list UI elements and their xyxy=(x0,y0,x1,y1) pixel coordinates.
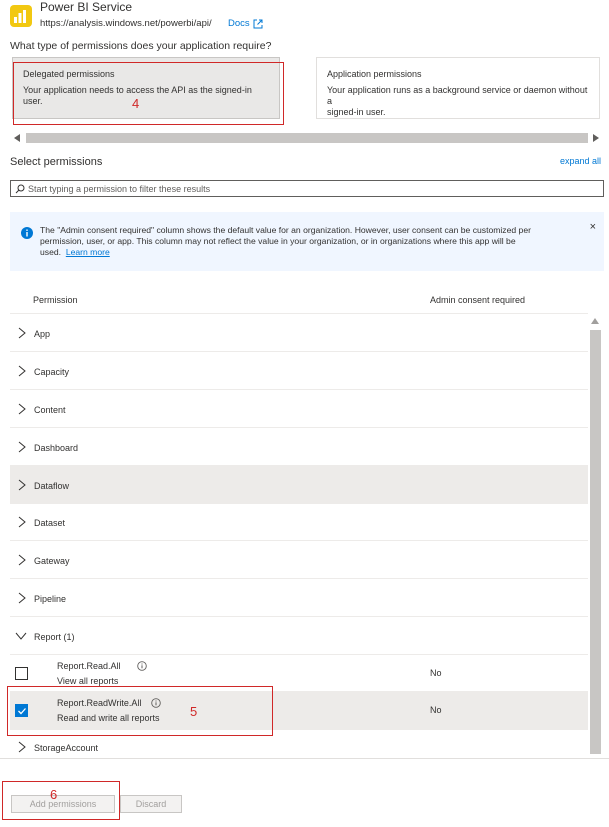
group-name: Pipeline xyxy=(34,594,67,604)
scroll-up-icon[interactable] xyxy=(591,318,599,324)
annotation-label-5: 5 xyxy=(190,704,198,719)
info-text: The "Admin consent required" column show… xyxy=(40,225,560,258)
vertical-scrollbar[interactable] xyxy=(588,314,602,756)
group-row-dataflow[interactable]: Dataflow xyxy=(10,466,588,504)
footer-divider xyxy=(0,758,609,759)
info-line-2: permission, user, or app. This column ma… xyxy=(40,236,516,246)
annotation-label-6: 6 xyxy=(50,787,58,802)
api-url: https://analysis.windows.net/powerbi/api… xyxy=(40,18,212,29)
chevron-right-icon[interactable] xyxy=(18,327,26,339)
group-row-capacity[interactable]: Capacity xyxy=(10,352,588,390)
column-header-admin-consent: Admin consent required xyxy=(430,295,526,305)
learn-more-link[interactable]: Learn more xyxy=(66,247,110,257)
chevron-right-icon[interactable] xyxy=(18,592,26,604)
application-permissions-card[interactable]: Application permissions Your application… xyxy=(316,57,600,119)
application-description-line1: Your application runs as a background se… xyxy=(327,85,588,106)
group-name: Capacity xyxy=(34,367,70,377)
docs-link[interactable]: Docs xyxy=(228,18,250,29)
power-bi-logo-icon xyxy=(10,5,32,27)
group-name: Content xyxy=(34,405,66,415)
chevron-right-icon[interactable] xyxy=(18,365,26,377)
group-row-report[interactable]: Report (1) xyxy=(10,617,588,655)
api-title: Power BI Service xyxy=(40,0,133,14)
group-row-dataset[interactable]: Dataset xyxy=(10,503,588,541)
chevron-right-icon[interactable] xyxy=(18,441,26,453)
chevron-right-icon[interactable] xyxy=(18,479,26,491)
filter-box[interactable] xyxy=(10,180,604,197)
chevron-down-icon[interactable] xyxy=(15,632,27,640)
expand-all-link[interactable]: expand all xyxy=(560,156,601,166)
group-name: Gateway xyxy=(34,556,70,566)
admin-consent-info-bar: The "Admin consent required" column show… xyxy=(10,212,604,271)
info-circle-icon[interactable] xyxy=(137,661,147,671)
select-permissions-label: Select permissions xyxy=(10,156,103,168)
group-row-app[interactable]: App xyxy=(10,314,588,352)
group-name: Dataflow xyxy=(34,481,70,491)
search-icon xyxy=(15,184,25,194)
column-header-permission: Permission xyxy=(33,295,78,305)
permission-description: View all reports xyxy=(57,676,119,686)
admin-consent-value: No xyxy=(430,668,442,678)
group-name: Report (1) xyxy=(34,632,75,642)
external-link-icon[interactable] xyxy=(253,19,263,29)
info-line-3-text: used. xyxy=(40,247,62,257)
chevron-right-icon[interactable] xyxy=(18,554,26,566)
permission-name: Report.Read.All xyxy=(57,661,121,671)
annotation-label-4: 4 xyxy=(132,96,140,111)
chevron-right-icon[interactable] xyxy=(18,516,26,528)
group-name: Dashboard xyxy=(34,443,79,453)
permission-type-question: What type of permissions does your appli… xyxy=(10,40,272,52)
group-row-content[interactable]: Content xyxy=(10,390,588,428)
annotation-box-4 xyxy=(13,62,284,125)
group-row-gateway[interactable]: Gateway xyxy=(10,541,588,579)
group-row-pipeline[interactable]: Pipeline xyxy=(10,579,588,617)
permission-checkbox[interactable] xyxy=(15,667,28,680)
permission-filter-input[interactable] xyxy=(28,182,588,195)
chevron-right-icon[interactable] xyxy=(18,403,26,415)
horizontal-scrollbar[interactable] xyxy=(12,131,602,145)
horizontal-scrollbar-thumb[interactable] xyxy=(26,133,588,143)
scroll-left-icon[interactable] xyxy=(14,134,20,142)
annotation-box-5 xyxy=(7,686,273,736)
discard-button[interactable]: Discard xyxy=(120,795,182,813)
scroll-right-icon[interactable] xyxy=(593,134,599,142)
info-line-3: used. Learn more xyxy=(40,247,560,258)
group-name: App xyxy=(34,329,51,339)
info-icon xyxy=(21,227,33,239)
group-row-dashboard[interactable]: Dashboard xyxy=(10,428,588,466)
vertical-scrollbar-thumb[interactable] xyxy=(590,330,601,754)
application-title: Application permissions xyxy=(327,69,422,79)
group-name: Dataset xyxy=(34,518,66,528)
annotation-box-6 xyxy=(2,781,120,820)
info-line-1: The "Admin consent required" column show… xyxy=(40,225,531,235)
admin-consent-value: No xyxy=(430,705,442,715)
chevron-right-icon[interactable] xyxy=(18,741,26,753)
group-name: StorageAccount xyxy=(34,743,99,753)
close-icon[interactable]: × xyxy=(590,221,596,233)
application-description-line2: signed-in user. xyxy=(327,107,386,117)
